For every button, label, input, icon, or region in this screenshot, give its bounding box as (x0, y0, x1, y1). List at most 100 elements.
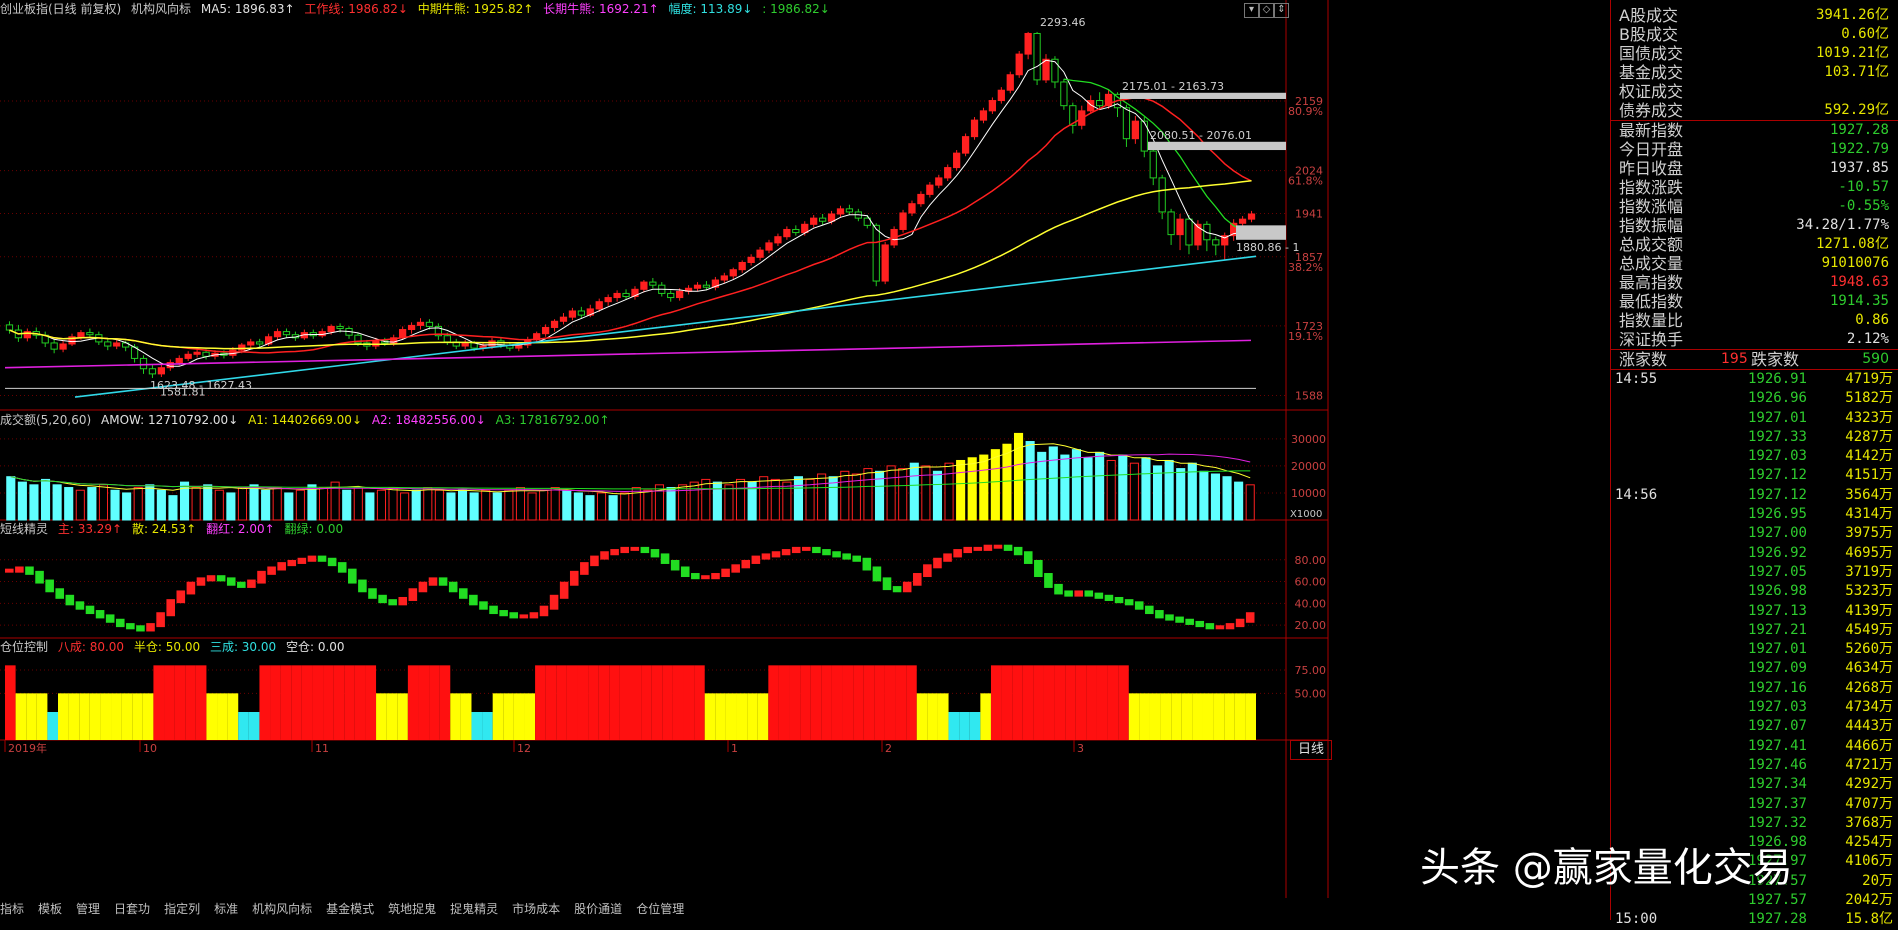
tick-volume: 4466万 (1845, 737, 1893, 754)
volume-bar (237, 487, 248, 521)
bottom-tab[interactable]: 基金模式 (326, 902, 374, 916)
candle-body (541, 326, 550, 335)
position-bar (100, 693, 112, 740)
tick-row: 1927.12 4151万 (1611, 466, 1898, 485)
osc-tick-label: 20.00 (1295, 619, 1327, 632)
quote-row: 指数涨幅 -0.55% (1611, 197, 1898, 216)
oscillator-block (902, 581, 912, 593)
oscillator-block (257, 570, 266, 584)
position-bar (1234, 693, 1246, 740)
position-bar (386, 693, 398, 740)
minimize-icon[interactable]: ▾ (1244, 3, 1259, 18)
volume-bar (932, 470, 943, 521)
bottom-tab[interactable]: 指定列 (164, 902, 200, 916)
candle-body (1131, 120, 1139, 140)
candle-body (104, 341, 112, 347)
quote-label: 最低指数 (1619, 292, 1684, 311)
bottom-tab[interactable]: 筑地捉鬼 (388, 902, 436, 916)
candle-body (461, 342, 469, 347)
summary-row: 权证成交 (1611, 82, 1898, 101)
oscillator-block (539, 605, 549, 617)
tick-price: 1927.03 (1747, 448, 1807, 465)
summary-label: A股成交 (1619, 6, 1678, 25)
position-bar (1213, 693, 1225, 740)
oscillator-block (912, 573, 922, 586)
oscillator-block (1023, 551, 1033, 564)
oscillator-block (1003, 544, 1013, 551)
oscillator-block (166, 599, 175, 617)
bottom-tab[interactable]: 管理 (76, 902, 100, 916)
summary-list: A股成交 3941.26亿 B股成交 0.60亿 国债成交 1019.21亿 基金成交 103… (1611, 6, 1898, 120)
summary-row: A股成交 3941.26亿 (1611, 6, 1898, 25)
quote-value: 1922.79 (1829, 141, 1889, 157)
x-axis-label: 10 (143, 742, 157, 755)
oscillator-block (1084, 590, 1094, 597)
fib-label: 61.8% (1288, 175, 1323, 188)
bottom-tab[interactable]: 仓位管理 (636, 902, 684, 916)
position-bar (291, 665, 302, 740)
main-value: 主: 33.29↑ (57, 522, 123, 536)
bottom-tab[interactable]: 标准 (214, 902, 238, 916)
position-bar (1001, 665, 1013, 740)
tick-row: 1927.37 4707万 (1611, 795, 1898, 814)
bottom-tab[interactable]: 机构风向标 (252, 902, 312, 916)
bottom-tab[interactable]: 日套功 (114, 902, 150, 916)
bottom-tab[interactable]: 捉鬼精灵 (450, 902, 498, 916)
chart-area[interactable]: 2159 2024 1941 1857 1723 1588 80.9% 61.8% 38.2% 1… (0, 0, 1520, 920)
kline-chart[interactable]: 21592024194118571723158880.9%61.8%38.2%1… (0, 0, 1520, 920)
quote-value: -0.55% (1838, 198, 1889, 214)
work-line-value: 工作线: 1986.82↓ (304, 2, 408, 16)
bottom-tab[interactable]: 股价通道 (574, 902, 622, 916)
bottom-tab[interactable]: 市场成本 (512, 902, 560, 916)
tick-volume: 3719万 (1845, 563, 1893, 580)
oscillator-block (791, 546, 801, 554)
position-bar (831, 665, 843, 740)
bottom-tab-bar[interactable]: 指标 模板 管理 日套功 指定列 标准 机构风向标 基金模式 筑地捉鬼 捉鬼精灵 市场成本 股价通道仓… (0, 898, 1610, 920)
volume-bar (608, 495, 618, 521)
sort-icon[interactable]: ⇕ (1274, 3, 1289, 18)
oscillator-block (176, 590, 186, 604)
volume-bar (342, 489, 352, 521)
oscillator-block (105, 614, 115, 623)
tick-row: 1927.21 4549万 (1611, 621, 1898, 640)
volume-bar (122, 492, 132, 521)
settings-icon[interactable]: ◇ (1259, 3, 1274, 18)
candle-body (1247, 213, 1256, 220)
bottom-tab[interactable]: 指标 (0, 902, 24, 916)
volume-bar (909, 462, 919, 521)
oscillator-block (1064, 590, 1073, 597)
position-bar (588, 665, 599, 740)
position-bar (842, 665, 854, 740)
candle-body (184, 353, 192, 359)
chart-title: 创业板指(日线 前复权) (0, 2, 122, 16)
volume-bar (759, 476, 769, 521)
position-bar (672, 665, 684, 740)
tick-row: 1927.46 4721万 (1611, 756, 1898, 775)
candle-body (443, 335, 451, 343)
candle-body (881, 244, 889, 282)
x-axis-label: 12 (517, 742, 531, 755)
gap-label: 2175.01 - 2163.73 (1122, 80, 1224, 93)
three-value: 三成: 30.00 (209, 640, 277, 654)
position-bar (238, 712, 249, 740)
volume-bar (562, 489, 572, 521)
position-bar (906, 665, 917, 740)
volume-bar (214, 489, 224, 521)
volume-bar (64, 487, 74, 521)
oscillator-block (610, 549, 619, 556)
volume-bar (156, 489, 166, 521)
position-bar (1022, 665, 1034, 740)
position-bar (937, 693, 949, 740)
volume-bar (1071, 449, 1082, 521)
volume-tick-label: 30000 (1291, 433, 1326, 446)
tick-volume: 4719万 (1845, 371, 1893, 387)
oscillator-block (731, 564, 740, 573)
volume-bar (573, 492, 583, 521)
position-bar (259, 665, 271, 740)
oscillator-block (378, 594, 387, 604)
bottom-tab[interactable]: 模板 (38, 902, 62, 916)
tick-row: 1927.03 4142万 (1611, 447, 1898, 466)
position-bar (683, 665, 695, 740)
period-tab[interactable]: 日线 (1290, 740, 1332, 760)
fib-label: 19.1% (1288, 330, 1323, 343)
